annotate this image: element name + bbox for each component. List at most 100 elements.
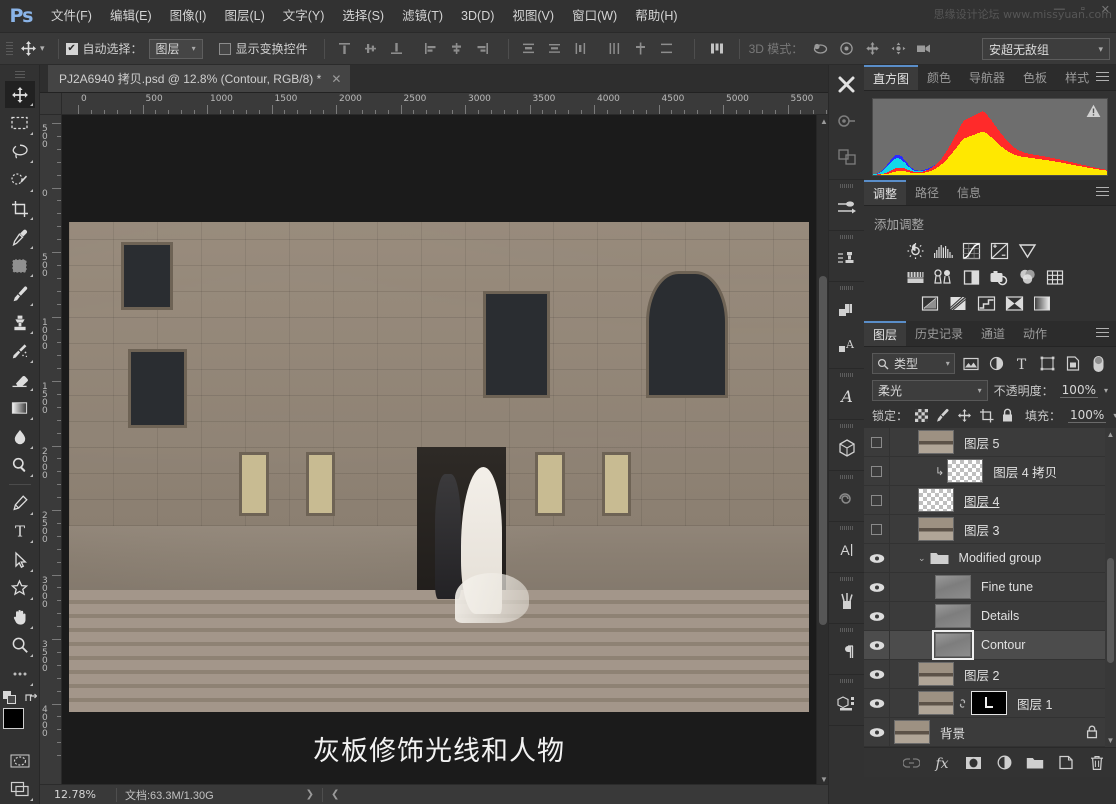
3d-orbit-icon[interactable] — [807, 37, 833, 61]
rail-grip[interactable] — [829, 422, 864, 430]
align-top-edges-button[interactable] — [332, 37, 358, 61]
layer-name[interactable]: Modified group — [959, 551, 1042, 565]
minimize-icon[interactable]: — — [1054, 3, 1065, 16]
layer-visibility-toggle[interactable] — [864, 572, 890, 602]
distribute-right-button[interactable] — [654, 37, 680, 61]
glyphs-rail-icon[interactable]: A — [829, 379, 865, 415]
layer-thumbnail[interactable] — [935, 604, 971, 628]
layer-name[interactable]: 图层 1 — [1017, 694, 1052, 713]
options-bar-grip[interactable] — [4, 38, 14, 60]
rail-grip[interactable] — [829, 182, 864, 190]
move-tool[interactable] — [4, 80, 35, 109]
lock-transparency-icon[interactable] — [915, 408, 929, 424]
rectangular-marquee-tool[interactable] — [5, 109, 35, 137]
rail-grip[interactable] — [829, 575, 864, 583]
align-bottom-edges-button[interactable] — [384, 37, 410, 61]
menu-item-1[interactable]: 编辑(E) — [101, 4, 161, 28]
document-image[interactable] — [69, 222, 809, 712]
menu-item-7[interactable]: 3D(D) — [452, 4, 503, 28]
layer-row[interactable]: Details — [864, 601, 1116, 631]
group-disclosure-icon[interactable]: ⌄ — [918, 553, 926, 564]
layer-name[interactable]: Fine tune — [981, 580, 1033, 594]
filter-enable-toggle[interactable] — [1088, 354, 1108, 374]
eye-off-icon[interactable] — [871, 494, 882, 506]
color-swatches[interactable] — [2, 707, 37, 741]
cached-data-warning-icon[interactable] — [1086, 104, 1101, 118]
status-expand-icon[interactable]: ❯ — [306, 789, 314, 800]
horizontal-ruler[interactable]: 0 500 1000 1500 2000 2500 3000 3500 4000 4500 5000… — [62, 93, 828, 115]
filter-type-icon[interactable]: T — [1012, 354, 1032, 374]
histogram-graph[interactable] — [872, 98, 1108, 176]
vertical-ruler[interactable]: 500 0 500 1000 1500 2000 2500 3000 3500 4000 — [40, 115, 62, 804]
black-white-icon[interactable] — [960, 267, 982, 287]
scroll-up-icon[interactable]: ▲ — [820, 117, 828, 126]
layer-name[interactable]: 图层 4 拷贝 — [993, 462, 1057, 481]
layer-thumbnail[interactable] — [894, 720, 930, 744]
gradient-tool[interactable] — [5, 394, 35, 422]
3d-slide-icon[interactable] — [885, 37, 911, 61]
distribute-vertical-button[interactable] — [516, 37, 542, 61]
layer-name[interactable]: 图层 5 — [964, 433, 999, 452]
properties-rail-icon[interactable] — [829, 481, 865, 517]
3d-roll-icon[interactable] — [833, 37, 859, 61]
layer-thumbnail[interactable] — [932, 630, 974, 660]
tool-presets-rail-icon[interactable] — [829, 241, 865, 277]
tab-2[interactable]: 通道 — [972, 321, 1014, 346]
align-left-edges-button[interactable] — [418, 37, 444, 61]
panel-menu-icon[interactable] — [1096, 328, 1109, 340]
align-distribute-options-button[interactable] — [702, 37, 732, 61]
menu-item-6[interactable]: 滤镜(T) — [393, 4, 452, 28]
layer-comps-rail-icon[interactable] — [829, 292, 865, 328]
layer-name[interactable]: 背景 — [940, 723, 965, 742]
new-layer-icon[interactable] — [1057, 753, 1075, 773]
3d-camera-icon[interactable] — [911, 37, 937, 61]
custom-shape-tool[interactable] — [5, 575, 35, 603]
delete-layer-icon[interactable] — [1088, 753, 1106, 773]
layer-visibility-toggle[interactable] — [864, 543, 890, 573]
layer-visibility-toggle[interactable] — [864, 688, 890, 718]
tab-1[interactable]: 路径 — [906, 180, 948, 205]
rail-grip[interactable] — [829, 677, 864, 685]
measurement-rail-icon[interactable] — [829, 685, 865, 721]
auto-select-checkbox[interactable]: ✔ — [65, 42, 78, 55]
distribute-centers-button[interactable] — [542, 37, 568, 61]
add-layer-mask-icon[interactable] — [964, 753, 982, 773]
posterize-icon[interactable] — [947, 293, 969, 313]
menu-item-8[interactable]: 视图(V) — [503, 4, 563, 28]
gradient-map-icon[interactable] — [1031, 293, 1053, 313]
path-rail-icon[interactable] — [829, 139, 865, 175]
layer-row[interactable]: ↳ 图层 4 拷贝 — [864, 456, 1116, 486]
tab-2[interactable]: 信息 — [948, 180, 990, 205]
rail-grip[interactable] — [829, 284, 864, 292]
layer-mask-thumbnail[interactable] — [971, 691, 1007, 715]
layer-row[interactable]: 图层 1 — [864, 688, 1116, 718]
quick-selection-tool[interactable] — [5, 166, 35, 194]
layer-visibility-toggle[interactable] — [864, 630, 890, 660]
color-balance-icon[interactable] — [932, 267, 954, 287]
vibrance-icon[interactable] — [1016, 241, 1038, 261]
pen-tool[interactable] — [5, 489, 35, 517]
default-colors-icon[interactable] — [2, 690, 16, 704]
distribute-left-button[interactable] — [602, 37, 628, 61]
align-vertical-centers-button[interactable] — [358, 37, 384, 61]
layer-row[interactable]: 图层 3 — [864, 514, 1116, 544]
move-tool-icon[interactable] — [14, 37, 42, 61]
new-group-icon[interactable] — [1026, 753, 1044, 773]
notes-rail-icon[interactable]: A — [829, 328, 865, 364]
healing-rail-icon[interactable] — [829, 67, 865, 103]
history-brush-tool[interactable] — [5, 337, 35, 365]
foreground-color-swatch[interactable] — [2, 707, 24, 729]
filter-pixel-icon[interactable] — [961, 354, 981, 374]
layer-visibility-toggle[interactable] — [864, 659, 890, 689]
brush-settings-rail-icon[interactable] — [829, 190, 865, 226]
new-adjustment-layer-icon[interactable] — [995, 753, 1013, 773]
panel-menu-icon[interactable] — [1096, 72, 1109, 84]
show-transform-checkbox[interactable] — [218, 42, 231, 55]
layer-thumbnail[interactable] — [918, 430, 954, 454]
hand-tool[interactable] — [5, 603, 35, 631]
layer-visibility-toggle[interactable] — [864, 717, 890, 747]
layer-mask-link-icon[interactable] — [957, 697, 968, 710]
layer-thumbnail[interactable] — [918, 691, 954, 715]
filter-adjustment-icon[interactable] — [986, 354, 1006, 374]
quick-mask-toggle[interactable] — [5, 747, 35, 775]
